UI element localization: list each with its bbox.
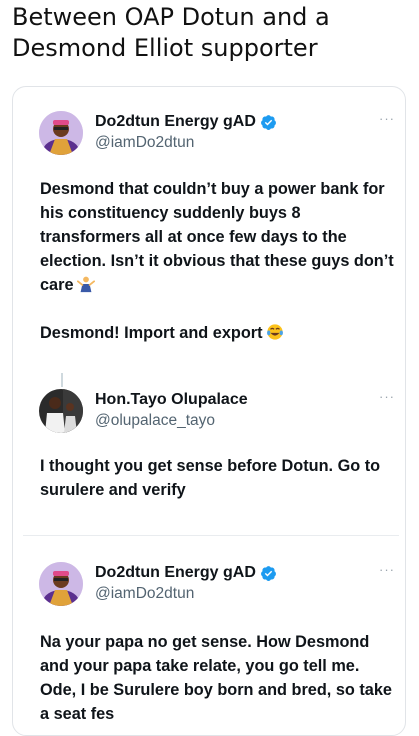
tweet-author-name[interactable]: Hon.Tayo Olupalace [95,391,248,409]
avatar[interactable] [39,111,83,155]
tweet-2-paragraph-1: I thought you get sense before Dotun. Go… [40,457,381,499]
tweet-author-handle[interactable]: @iamDo2dtun [95,134,194,152]
tweet-author-handle[interactable]: @olupalace_tayo [95,412,215,430]
more-options-icon[interactable]: ··· [377,390,397,403]
laughing-tears-icon [266,324,283,340]
verified-badge-icon [260,565,276,581]
tweet-1-body: Desmond that couldn’t buy a power bank f… [40,177,400,345]
tweet-3-header: Do2dtun Energy gAD @iamDo2dtun ··· [39,562,394,612]
more-options-icon[interactable]: ··· [377,563,397,576]
verified-badge-icon [260,114,276,130]
avatar[interactable] [39,389,83,433]
quoted-tweet-card[interactable]: Do2dtun Energy gAD @iamDo2dtun ··· Desmo… [12,86,406,736]
tweet-author-name[interactable]: Do2dtun Energy gAD [95,113,256,131]
tweet-author-name[interactable]: Do2dtun Energy gAD [95,564,256,582]
headline: Between OAP Dotun and a Desmond Elliot s… [12,2,407,64]
divider [23,535,399,536]
headline-line-1: Between OAP Dotun and a [12,3,330,31]
tweet-2-body: I thought you get sense before Dotun. Go… [40,454,400,502]
tweet-2-header: Hon.Tayo Olupalace @olupalace_tayo ··· [39,389,394,439]
more-options-icon[interactable]: ··· [377,112,397,125]
tweet-author-handle[interactable]: @iamDo2dtun [95,585,194,603]
tweet-3-paragraph-1: Na your papa no get sense. How Desmond a… [40,633,392,723]
thread-connector [61,373,63,387]
tweet-3-body: Na your papa no get sense. How Desmond a… [40,630,400,726]
person-shrugging-icon [76,276,95,293]
tweet-1-header: Do2dtun Energy gAD @iamDo2dtun ··· [39,111,394,161]
tweet-text: Desmond that couldn’t buy a power bank f… [40,177,400,297]
tweet-1-paragraph-2: Desmond! Import and export [40,324,263,342]
headline-line-2: Desmond Elliot supporter [12,34,318,62]
avatar[interactable] [39,562,83,606]
